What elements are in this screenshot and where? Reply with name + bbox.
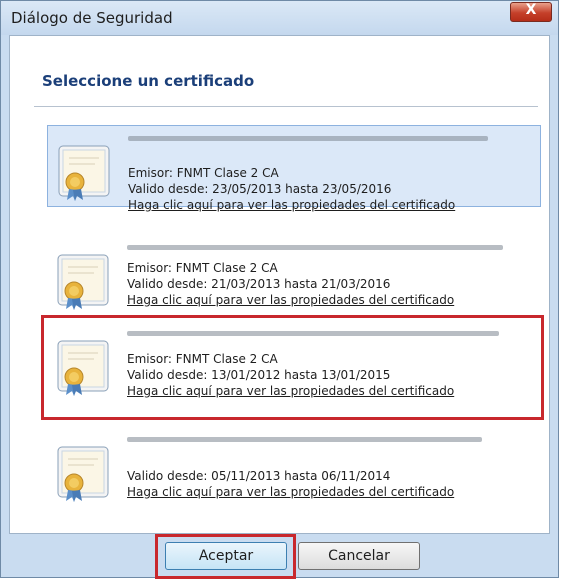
certificate-issuer: Emisor: FNMT Clase 2 CA <box>127 261 278 275</box>
divider <box>34 106 538 107</box>
page-title: Seleccione un certificado <box>42 72 255 90</box>
close-icon: X <box>525 2 537 18</box>
certificate-issuer: Emisor: FNMT Clase 2 CA <box>128 166 279 180</box>
title-bar[interactable]: Diálogo de Seguridad X <box>1 1 558 35</box>
close-button[interactable]: X <box>510 2 552 22</box>
certificate-validity: Valido desde: 05/11/2013 hasta 06/11/201… <box>127 469 391 483</box>
certificate-item-1[interactable]: Emisor: FNMT Clase 2 CA Valido desde: 23… <box>47 125 541 212</box>
blurred-certificate-name <box>127 245 503 250</box>
certificate-validity: Valido desde: 23/05/2013 hasta 23/05/201… <box>128 182 392 196</box>
window-title: Diálogo de Seguridad <box>11 9 173 27</box>
blurred-certificate-name <box>128 136 488 141</box>
certificate-icon <box>57 446 109 502</box>
certificate-icon <box>57 254 109 310</box>
certificate-properties-link[interactable]: Haga clic aquí para ver las propiedades … <box>128 198 455 212</box>
certificate-properties-link[interactable]: Haga clic aquí para ver las propiedades … <box>127 293 454 307</box>
certificate-properties-link[interactable]: Haga clic aquí para ver las propiedades … <box>127 485 454 499</box>
cancel-button[interactable]: Cancelar <box>298 542 420 570</box>
highlight-accept-button <box>155 534 296 579</box>
highlight-selected-certificate <box>41 315 544 420</box>
certificate-item-4[interactable]: Valido desde: 05/11/2013 hasta 06/11/201… <box>47 427 541 509</box>
certificate-icon <box>58 145 110 201</box>
dialog-content: Seleccione un certificado Emisor: FNMT C… <box>9 35 550 534</box>
blurred-certificate-name <box>127 437 482 442</box>
certificate-validity: Valido desde: 21/03/2013 hasta 21/03/201… <box>127 277 391 291</box>
certificate-item-2[interactable]: Emisor: FNMT Clase 2 CA Valido desde: 21… <box>47 235 541 317</box>
security-dialog: Diálogo de Seguridad X Seleccione un cer… <box>0 0 559 579</box>
